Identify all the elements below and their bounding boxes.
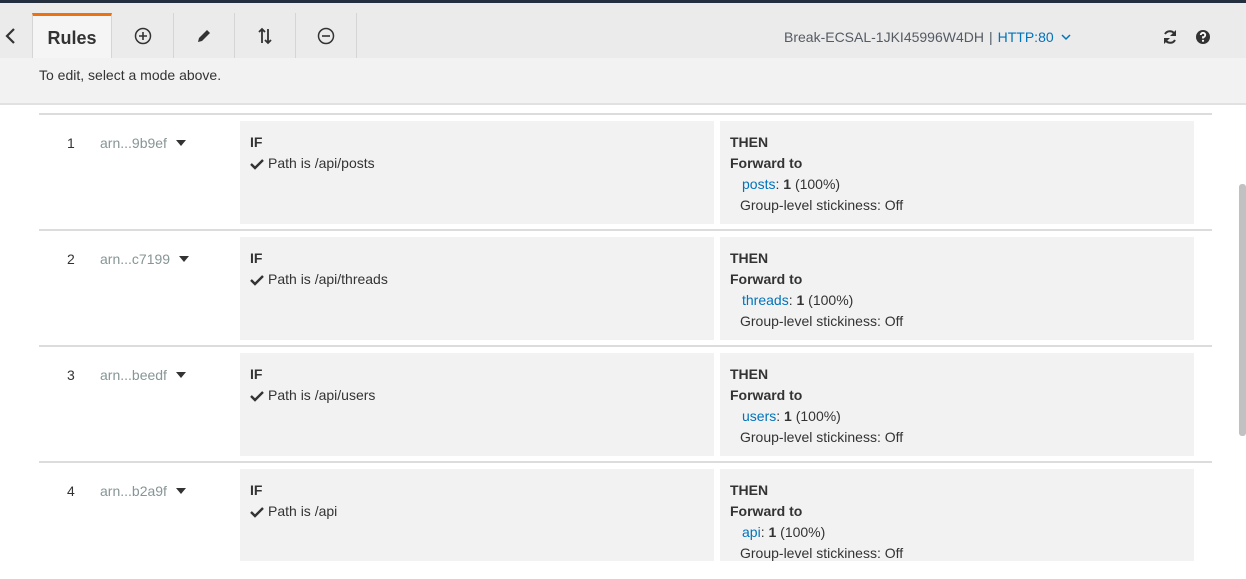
chevron-down-icon (1061, 34, 1071, 41)
target-group-line: posts: 1 (100%) (742, 176, 840, 192)
load-balancer-name: Break-ECSAL-1JKI45996W4DH (784, 29, 984, 45)
stickiness: Group-level stickiness: Off (740, 313, 904, 329)
delete-rule-button[interactable] (296, 13, 357, 58)
rule-priority: 1 (67, 135, 75, 151)
tab-rules[interactable]: Rules (32, 13, 112, 60)
rule-priority: 2 (67, 251, 75, 267)
condition-text: Path is /api/users (268, 387, 376, 403)
rule-priority: 4 (67, 483, 75, 499)
remove-icon (317, 27, 335, 44)
then-actions: THEN Forward to posts: 1 (100%) Group-le… (720, 121, 1194, 224)
target-group-link[interactable]: users (742, 408, 776, 424)
target-group-link[interactable]: api (742, 524, 761, 540)
edit-rules-button[interactable] (174, 13, 235, 58)
condition: Path is /api/users (250, 387, 375, 403)
then-label: THEN (730, 250, 769, 266)
edit-hint-text: To edit, select a mode above. (39, 67, 222, 83)
stickiness: Group-level stickiness: Off (740, 197, 904, 213)
reorder-rules-button[interactable] (235, 13, 296, 58)
weight: 1 (768, 524, 777, 540)
then-label: THEN (730, 366, 769, 382)
check-icon (250, 159, 264, 170)
weight-percent: (100%) (808, 292, 854, 308)
listener-label: HTTP:80 (997, 29, 1054, 45)
if-label: IF (250, 134, 263, 150)
edit-hint-bar: To edit, select a mode above. (0, 58, 1246, 105)
add-rule-button[interactable] (113, 13, 174, 58)
weight-separator: : (760, 524, 765, 540)
then-actions: THEN Forward to api: 1 (100%) Group-leve… (720, 469, 1194, 561)
back-button[interactable] (0, 17, 22, 53)
target-group-line: api: 1 (100%) (742, 524, 825, 540)
refresh-icon (1164, 30, 1176, 44)
weight-separator: : (788, 292, 793, 308)
listener-selector[interactable]: HTTP:80 (998, 29, 1071, 45)
target-group-link[interactable]: posts (742, 176, 775, 192)
chevron-left-icon (5, 28, 15, 44)
then-label: THEN (730, 482, 769, 498)
weight: 1 (784, 408, 792, 424)
weight-percent: (100%) (795, 408, 841, 424)
condition: Path is /api/posts (250, 155, 375, 171)
weight-separator: : (776, 408, 781, 424)
if-label: IF (250, 250, 263, 266)
action-type: Forward to (730, 387, 803, 403)
rule-row: 2 arn...c7199 IF Path is /api/threads TH… (39, 229, 1212, 347)
condition-text: Path is /api/posts (268, 155, 375, 171)
condition: Path is /api (250, 503, 337, 519)
condition-text: Path is /api/threads (268, 271, 388, 287)
help-icon (1196, 30, 1210, 44)
condition: Path is /api/threads (250, 271, 388, 287)
caret-down-icon[interactable] (179, 256, 189, 262)
check-icon (250, 275, 264, 286)
weight: 1 (783, 176, 792, 192)
weight-percent: (100%) (794, 176, 841, 192)
condition-text: Path is /api (268, 503, 338, 519)
if-conditions: IF Path is /api/threads (240, 237, 714, 340)
caret-down-icon[interactable] (176, 372, 186, 378)
edit-icon (198, 29, 210, 42)
if-label: IF (250, 366, 263, 382)
scrollbar-thumb[interactable] (1239, 184, 1246, 436)
weight: 1 (796, 292, 805, 308)
action-type: Forward to (730, 271, 803, 287)
if-conditions: IF Path is /api/posts (240, 121, 714, 224)
target-group-line: threads: 1 (100%) (742, 292, 853, 308)
if-label: IF (250, 482, 263, 498)
check-icon (250, 507, 264, 518)
caret-down-icon[interactable] (176, 488, 186, 494)
check-icon (250, 391, 264, 402)
rule-arn: arn...beedf (100, 367, 167, 383)
then-actions: THEN Forward to threads: 1 (100%) Group-… (720, 237, 1194, 340)
rule-row: 1 arn...9b9ef IF Path is /api/posts THEN… (39, 113, 1212, 231)
reorder-icon (258, 27, 272, 44)
rule-priority: 3 (67, 367, 75, 383)
rule-row: 4 arn...b2a9f IF Path is /api THEN Forwa… (39, 461, 1212, 579)
target-group-link[interactable]: threads (742, 292, 789, 308)
refresh-button[interactable] (1160, 27, 1180, 47)
action-type: Forward to (730, 503, 803, 519)
if-conditions: IF Path is /api (240, 469, 714, 561)
weight-percent: (100%) (780, 524, 826, 540)
add-icon (134, 27, 152, 44)
rule-row: 3 arn...beedf IF Path is /api/users THEN… (39, 345, 1212, 463)
rule-arn: arn...c7199 (100, 251, 171, 267)
then-actions: THEN Forward to users: 1 (100%) Group-le… (720, 353, 1194, 456)
then-label: THEN (730, 134, 769, 150)
help-button[interactable] (1193, 27, 1213, 47)
listener-context: Break-ECSAL-1JKI45996W4DH | HTTP:80 (784, 29, 1071, 45)
rules-toolbar: Rules Break-ECSAL-1JKI45996W4DH | HTTP:80 (0, 3, 1246, 60)
rule-arn: arn...9b9ef (100, 135, 167, 151)
weight-separator: : (775, 176, 780, 192)
separator: | (988, 29, 993, 45)
caret-down-icon[interactable] (176, 140, 186, 146)
action-type: Forward to (730, 155, 803, 171)
if-conditions: IF Path is /api/users (240, 353, 714, 456)
stickiness: Group-level stickiness: Off (740, 429, 904, 445)
target-group-line: users: 1 (100%) (742, 408, 841, 424)
rule-arn: arn...b2a9f (100, 483, 167, 499)
